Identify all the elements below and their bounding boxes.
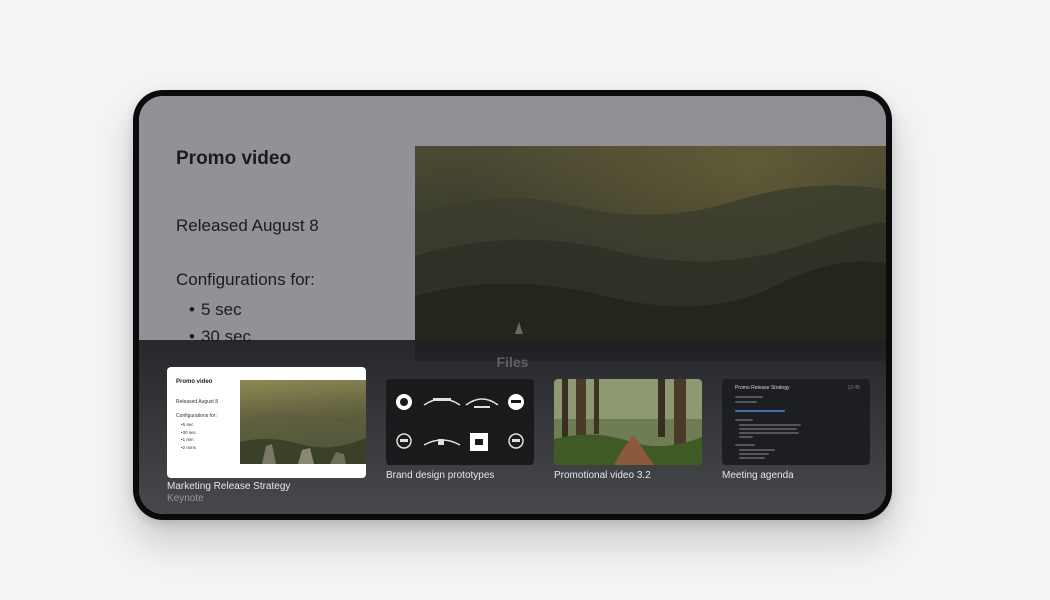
file-app-name: Keynote [167,493,204,504]
note-line [739,449,775,451]
list-item: 5 sec [181,421,196,429]
file-thumbnail: Promo video Released August 8 Configurat… [167,367,366,478]
list-item: 2 mins [181,444,196,452]
thumbnail-configurations-heading: Configurations for: [176,413,217,419]
note-line [739,453,769,455]
thumbnail-mountain-image [240,380,366,464]
thumbnail-configurations-list: 5 sec 30 sec 1 min 2 mins [181,421,196,451]
file-name: Promotional video 3.2 [554,470,651,481]
file-switcher: Files Promo video Released August 8 Conf… [139,340,886,514]
forest-path-graphic [554,379,702,465]
list-item: 5 sec [189,296,251,323]
note-link-line [735,410,785,412]
file-thumbnail [554,379,702,465]
note-line [739,432,799,434]
note-line [739,428,797,430]
file-name: Marketing Release Strategy [167,481,291,492]
tablet-device: Promo video Released August 8 Configurat… [133,90,892,520]
brand-logo-grid-graphic [396,394,524,451]
thumbnail-released-text: Released August 8 [176,399,218,405]
thumbnail-title: Promo video [176,379,213,385]
screen: Promo video Released August 8 Configurat… [139,96,886,514]
thumbnail-rocks-graphic [240,410,366,464]
note-line [735,444,755,446]
note-line [735,396,763,398]
document-configurations-heading: Configurations for: [176,270,315,289]
thumbnail-note-title: Promo Release Strategy [735,385,790,391]
mountain-ridges-graphic [415,185,886,361]
list-item: 30 sec [181,429,196,437]
document-released-text: Released August 8 [176,216,319,235]
note-line [735,401,757,403]
note-line [735,419,753,421]
note-line [739,457,765,459]
file-thumbnail: Promo Release Strategy 12:45 [722,379,870,465]
file-name: Brand design prototypes [386,470,495,481]
note-line [739,436,753,438]
file-name: Meeting agenda [722,470,794,481]
document-title: Promo video [176,148,292,169]
note-line [739,424,801,426]
thumbnail-note-time: 12:45 [847,385,860,391]
file-thumbnail [386,379,534,465]
document-pane[interactable]: Promo video Released August 8 Configurat… [139,96,415,346]
list-item: 1 min [181,436,196,444]
mountain-landscape-image [415,146,886,361]
